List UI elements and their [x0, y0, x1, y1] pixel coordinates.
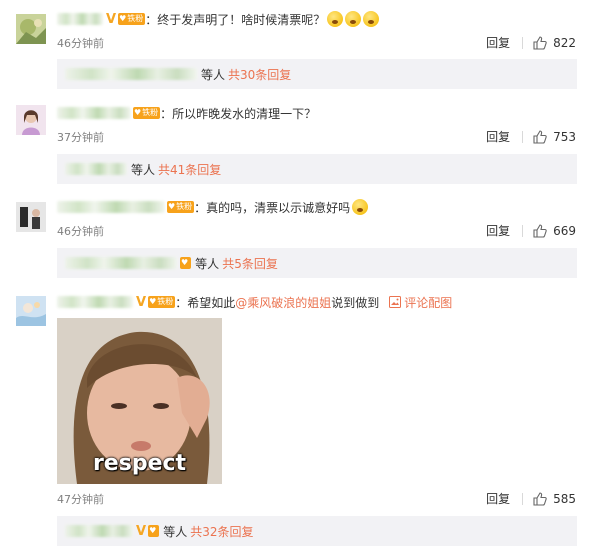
- heart-icon: ♥: [149, 526, 157, 535]
- avatar[interactable]: [16, 105, 46, 135]
- sub-replies[interactable]: 等人 共30条回复: [57, 59, 577, 89]
- sub-replies[interactable]: 等人 共41条回复: [57, 154, 577, 184]
- more-replies-link[interactable]: 共41条回复: [158, 161, 221, 178]
- fan-badge[interactable]: ♥ 铁粉: [148, 296, 176, 308]
- comment-actions: 回复 753: [486, 128, 576, 145]
- reply-usernames: [65, 163, 127, 175]
- fan-badge: ♥: [148, 525, 160, 537]
- divider: [522, 492, 524, 505]
- fan-badge[interactable]: ♥ 铁粉: [118, 13, 146, 25]
- timestamp: 47分钟前: [57, 493, 104, 506]
- timestamp: 46分钟前: [57, 225, 104, 238]
- fan-badge: ♥: [180, 257, 192, 269]
- username[interactable]: [57, 107, 131, 119]
- reply-button[interactable]: 回复: [486, 222, 510, 239]
- divider: [522, 224, 524, 237]
- avatar[interactable]: [16, 202, 46, 232]
- heart-icon: ♥: [181, 258, 189, 267]
- like-count: 669: [553, 223, 576, 238]
- more-replies-link[interactable]: 共5条回复: [222, 255, 278, 272]
- thumbs-up-icon: [533, 35, 547, 50]
- like-count: 822: [553, 35, 576, 50]
- comment-line: V ♥ 铁粉 ：终于发声明了！啥时候清票呢？: [57, 10, 380, 28]
- verified-v-icon: V: [136, 294, 147, 310]
- comment-actions: 回复 822: [486, 34, 576, 51]
- verified-v-icon: V: [136, 523, 147, 539]
- thumbs-up-icon: [533, 129, 547, 144]
- heart-icon: ♥: [168, 202, 176, 211]
- avatar[interactable]: [16, 296, 46, 326]
- emoji-icon: [345, 11, 362, 27]
- comment-text: ：所以昨晚发水的清理一下？: [160, 106, 317, 121]
- reply-button[interactable]: 回复: [486, 490, 510, 507]
- comment-line: ♥ 铁粉 ：所以昨晚发水的清理一下？: [57, 104, 316, 122]
- timestamp: 46分钟前: [57, 37, 104, 50]
- sub-replies[interactable]: V ♥ 等人 共32条回复: [57, 516, 577, 546]
- people-suffix: 等人: [131, 162, 156, 177]
- like-button[interactable]: 753: [533, 130, 576, 144]
- reply-button[interactable]: 回复: [486, 34, 510, 51]
- like-count: 753: [553, 129, 576, 144]
- comment-image-button[interactable]: 评论配图: [389, 294, 452, 311]
- emoji-icon: [363, 11, 380, 27]
- emoji-icon: [352, 199, 369, 215]
- thumbs-up-icon: [533, 491, 547, 506]
- reply-usernames: [65, 68, 197, 80]
- fan-badge[interactable]: ♥ 铁粉: [133, 107, 161, 119]
- heart-icon: ♥: [149, 297, 157, 306]
- people-suffix: 等人: [201, 67, 226, 82]
- people-suffix: 等人: [163, 524, 188, 539]
- more-replies-link[interactable]: 共30条回复: [228, 66, 291, 83]
- heart-icon: ♥: [134, 108, 142, 117]
- comment-text: ：真的吗，清票以示诚意好吗: [194, 200, 351, 215]
- username[interactable]: [57, 201, 165, 213]
- comment-actions: 回复 585: [486, 490, 576, 507]
- thumbs-up-icon: [533, 223, 547, 238]
- like-count: 585: [553, 491, 576, 506]
- timestamp: 37分钟前: [57, 131, 104, 144]
- avatar[interactable]: [16, 14, 46, 44]
- comment-image[interactable]: respect: [57, 318, 222, 484]
- username[interactable]: [57, 296, 133, 308]
- reply-button[interactable]: 回复: [486, 128, 510, 145]
- heart-icon: ♥: [119, 14, 127, 23]
- image-icon: [389, 296, 402, 308]
- like-button[interactable]: 669: [533, 224, 576, 238]
- verified-v-icon: V: [106, 11, 117, 27]
- like-button[interactable]: 585: [533, 492, 576, 506]
- image-caption: respect: [92, 451, 187, 476]
- fan-badge[interactable]: ♥ 铁粉: [167, 201, 195, 213]
- username[interactable]: [57, 13, 103, 25]
- comment-text: ：希望如此: [175, 295, 236, 310]
- comment-text: ：终于发声明了！啥时候清票呢？: [145, 12, 326, 27]
- comment-text-suffix: 说到做到: [331, 295, 380, 310]
- comment-actions: 回复 669: [486, 222, 576, 239]
- reply-usernames: [65, 257, 177, 269]
- divider: [522, 36, 524, 49]
- comment-line: ♥ 铁粉 ：真的吗，清票以示诚意好吗: [57, 198, 369, 216]
- like-button[interactable]: 822: [533, 36, 576, 50]
- emoji-icon: [327, 11, 344, 27]
- comment-line: V ♥ 铁粉 ：希望如此 @乘风破浪的姐姐 说到做到 评论配图: [57, 293, 452, 311]
- more-replies-link[interactable]: 共32条回复: [190, 523, 253, 540]
- people-suffix: 等人: [195, 256, 220, 271]
- sub-replies[interactable]: ♥ 等人 共5条回复: [57, 248, 577, 278]
- divider: [522, 130, 524, 143]
- reply-usernames: [65, 525, 133, 537]
- mention-link[interactable]: @乘风破浪的姐姐: [235, 294, 331, 311]
